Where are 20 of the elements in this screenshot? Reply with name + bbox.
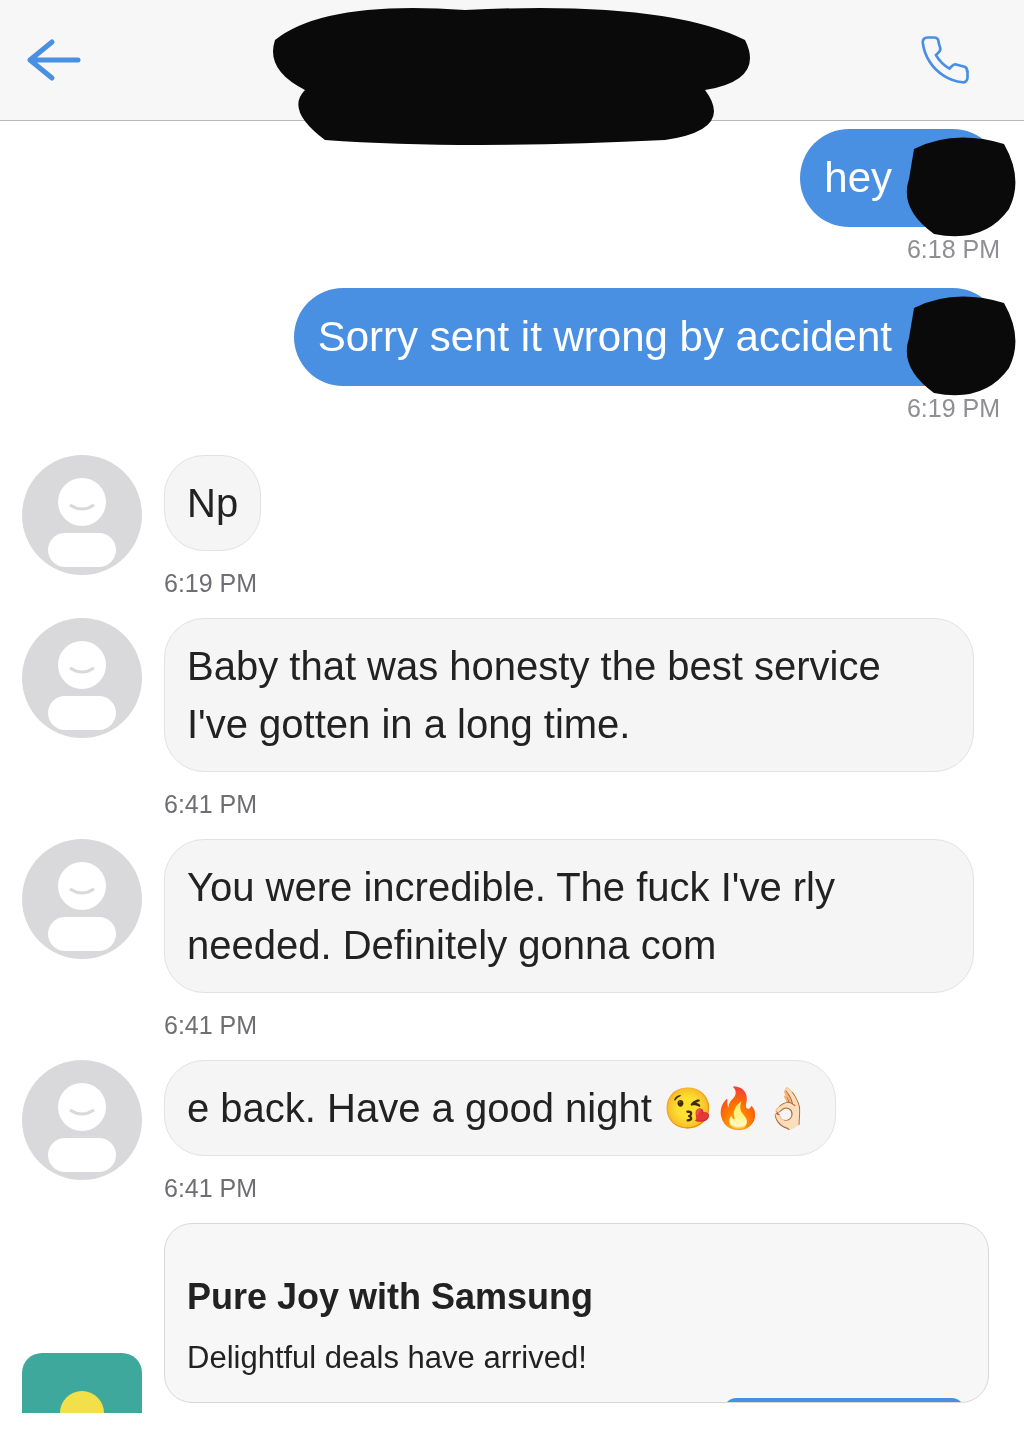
back-button[interactable] xyxy=(26,38,82,82)
ad-card[interactable]: Pure Joy with Samsung Delightful deals have arrived! xyxy=(164,1223,989,1403)
ad-text: Delightful deals have arrived! xyxy=(187,1340,588,1376)
phone-icon[interactable] xyxy=(918,33,972,87)
message-time: 6:41 PM xyxy=(164,1174,258,1203)
received-message: Baby that was honesty the best service I've gotten in a long time. xyxy=(164,618,974,772)
avatar-icon xyxy=(22,839,142,959)
app-icon xyxy=(22,1353,142,1413)
received-message: Np xyxy=(164,455,262,551)
received-message: You were incredible. The fuck I've rly needed. Definitely gonna com xyxy=(164,839,974,993)
avatar-icon xyxy=(22,618,142,738)
ad-title: Pure Joy with Samsung xyxy=(187,1276,595,1318)
message-time: 6:41 PM xyxy=(164,790,258,819)
message-time: 6:19 PM xyxy=(164,569,258,598)
message-time: 6:41 PM xyxy=(164,1011,258,1040)
avatar-icon xyxy=(22,1060,142,1180)
received-message: e back. Have a good night 😘🔥👌🏻 xyxy=(164,1060,836,1156)
avatar-icon xyxy=(22,455,142,575)
message-time: 6:19 PM xyxy=(906,394,1000,423)
message-time: 6:18 PM xyxy=(906,235,1000,264)
